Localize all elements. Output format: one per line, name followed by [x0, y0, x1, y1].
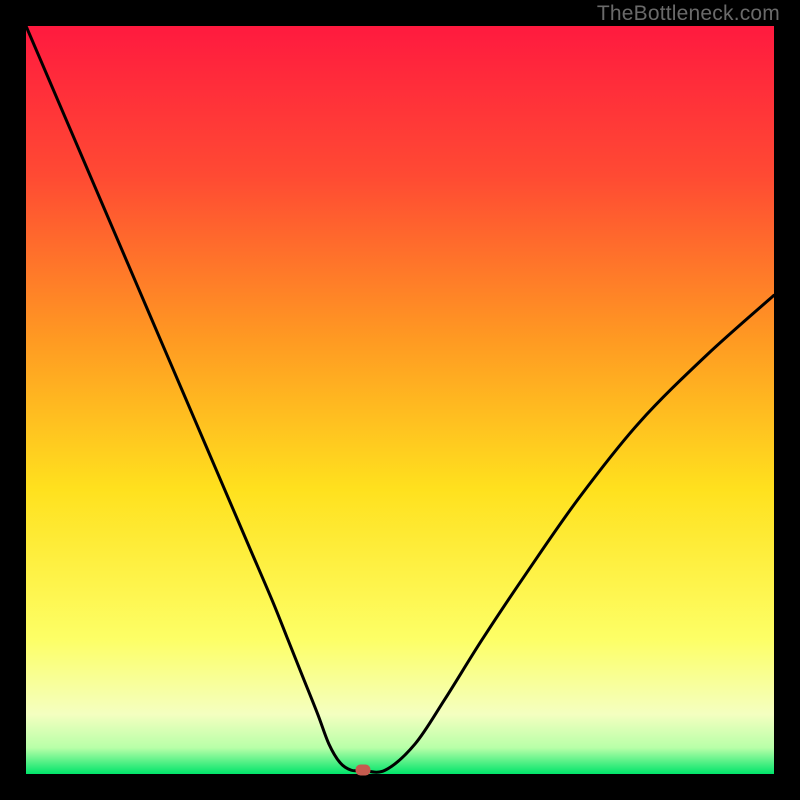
watermark-text: TheBottleneck.com — [597, 2, 780, 26]
optimal-point-marker — [355, 765, 370, 776]
bottleneck-curve — [26, 26, 774, 774]
chart-frame: TheBottleneck.com — [0, 0, 800, 800]
